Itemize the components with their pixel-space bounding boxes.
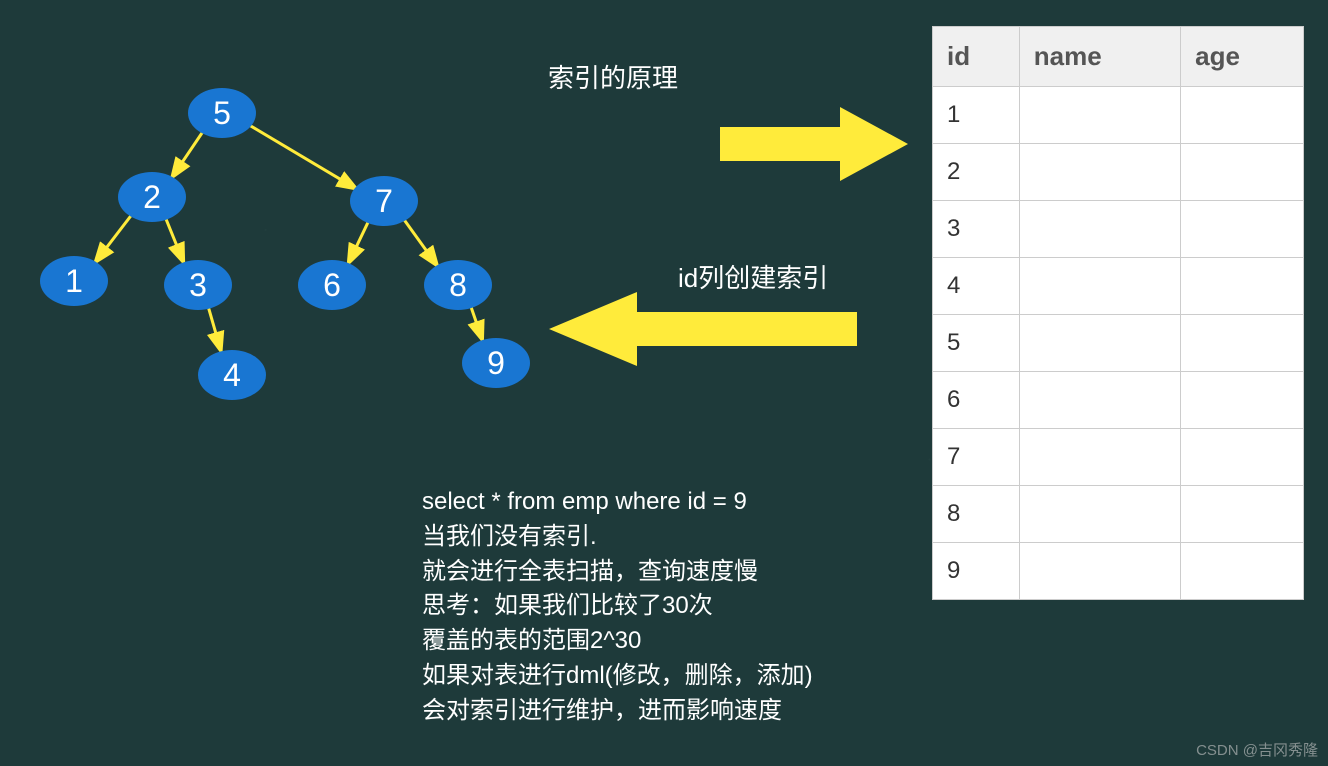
table-row: 3 — [933, 201, 1304, 258]
table-cell — [1019, 315, 1180, 372]
tree-edge — [171, 130, 204, 179]
table-cell — [1019, 543, 1180, 600]
table-cell — [1181, 429, 1304, 486]
table-cell: 6 — [933, 372, 1020, 429]
table-cell — [1019, 372, 1180, 429]
tree-node: 2 — [118, 172, 186, 222]
tree-edge — [94, 213, 133, 263]
table-cell — [1181, 201, 1304, 258]
col-age: age — [1181, 27, 1304, 87]
table-cell: 9 — [933, 543, 1020, 600]
table-cell: 1 — [933, 87, 1020, 144]
tree-node: 5 — [188, 88, 256, 138]
table-row: 9 — [933, 543, 1304, 600]
table-row: 2 — [933, 144, 1304, 201]
table-cell: 4 — [933, 258, 1020, 315]
tree-edge — [403, 218, 439, 267]
col-name: name — [1019, 27, 1180, 87]
table-cell — [1019, 258, 1180, 315]
tree-node: 6 — [298, 260, 366, 310]
table-row: 7 — [933, 429, 1304, 486]
table-cell — [1019, 144, 1180, 201]
tree-edge — [247, 124, 358, 190]
table-cell — [1019, 486, 1180, 543]
arrow-left-icon — [547, 290, 857, 368]
table-cell — [1181, 486, 1304, 543]
table-cell — [1181, 315, 1304, 372]
table-cell: 2 — [933, 144, 1020, 201]
tree-node: 8 — [424, 260, 492, 310]
table-cell — [1181, 258, 1304, 315]
tree-edge — [470, 305, 483, 342]
table-cell — [1181, 543, 1304, 600]
diagram-title: 索引的原理 — [548, 58, 678, 95]
table-cell — [1019, 429, 1180, 486]
col-id: id — [933, 27, 1020, 87]
table-cell — [1019, 201, 1180, 258]
table-cell: 3 — [933, 201, 1020, 258]
table-row: 6 — [933, 372, 1304, 429]
table-cell: 5 — [933, 315, 1020, 372]
tree-edge — [165, 216, 184, 263]
explanation-text: select * from emp where id = 9 当我们没有索引. … — [422, 485, 813, 729]
table-cell — [1019, 87, 1180, 144]
table-cell: 8 — [933, 486, 1020, 543]
data-table: id name age 123456789 — [932, 26, 1304, 600]
tree-node: 7 — [350, 176, 418, 226]
table-row: 1 — [933, 87, 1304, 144]
table-cell — [1181, 144, 1304, 201]
table-cell: 7 — [933, 429, 1020, 486]
tree-edge — [348, 220, 369, 265]
tree-node: 3 — [164, 260, 232, 310]
tree-node: 9 — [462, 338, 530, 388]
table-row: 4 — [933, 258, 1304, 315]
binary-tree-diagram: 52 7 1 3 6 8 4 9 — [0, 0, 560, 420]
table-row: 5 — [933, 315, 1304, 372]
tree-node: 1 — [40, 256, 108, 306]
watermark: CSDN @吉冈秀隆 — [1196, 739, 1318, 760]
table-header-row: id name age — [933, 27, 1304, 87]
arrow-right-icon — [720, 105, 910, 183]
table-cell — [1181, 372, 1304, 429]
tree-node: 4 — [198, 350, 266, 400]
table-row: 8 — [933, 486, 1304, 543]
table-cell — [1181, 87, 1304, 144]
tree-edge — [208, 306, 222, 353]
